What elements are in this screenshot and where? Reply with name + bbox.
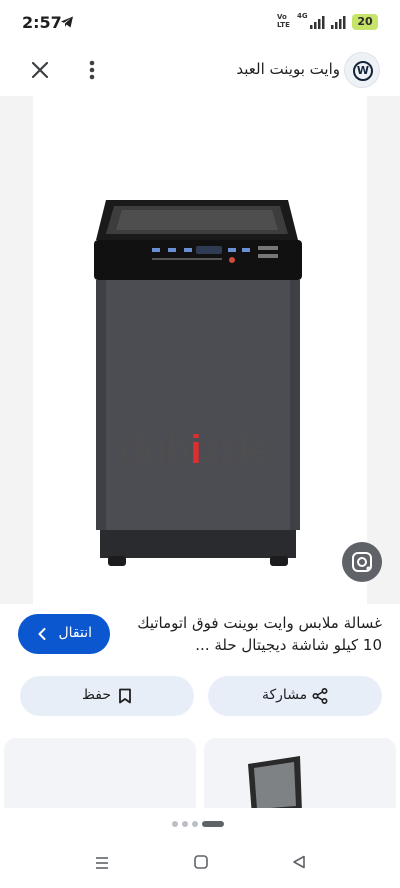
site-logo-letter: W [353, 61, 373, 81]
signal-icon-sim2 [331, 16, 346, 29]
battery-indicator: 20 [352, 14, 378, 30]
product-title[interactable]: غسالة ملابس وايت بوينت فوق اتوماتيك 10 ك… [122, 612, 382, 656]
status-time: 2:57 [22, 13, 62, 32]
signal-icon [310, 16, 325, 29]
pagination-dots [172, 820, 228, 828]
visit-button-label: انتقال [58, 625, 92, 641]
home-icon[interactable] [194, 855, 208, 869]
save-button-label: حفظ [82, 687, 112, 703]
system-navigation-bar [0, 840, 400, 888]
bookmark-icon [119, 688, 131, 704]
pagination-dot-active [202, 821, 224, 827]
pagination-dot [192, 821, 198, 827]
back-icon[interactable] [292, 855, 306, 869]
share-button[interactable]: مشاركة [208, 676, 382, 716]
lens-icon [352, 552, 372, 572]
lens-search-button[interactable] [342, 542, 382, 582]
save-button[interactable]: حفظ [20, 676, 194, 716]
recent-apps-icon[interactable] [94, 855, 110, 871]
volte-indicator: Vo LTE [277, 13, 290, 29]
site-logo[interactable]: W [344, 52, 380, 88]
share-button-label: مشاركة [262, 687, 308, 703]
network-type: 4G [297, 12, 308, 20]
visit-button[interactable]: انتقال [18, 614, 110, 654]
pagination-dot [172, 821, 178, 827]
more-options-icon[interactable] [82, 56, 102, 84]
header: وايت بوينت العبد W [0, 44, 400, 96]
status-bar: 2:57 Vo LTE 4G 20 [0, 0, 400, 44]
site-title[interactable]: وايت بوينت العبد [236, 60, 340, 78]
washing-machine-image[interactable] [92, 196, 304, 568]
pagination-dot [182, 821, 188, 827]
telegram-icon [61, 16, 73, 28]
share-icon [312, 688, 328, 704]
watermark-logo: dubizzle [120, 428, 271, 472]
chevron-left-icon [38, 628, 46, 640]
close-icon[interactable] [26, 56, 54, 84]
